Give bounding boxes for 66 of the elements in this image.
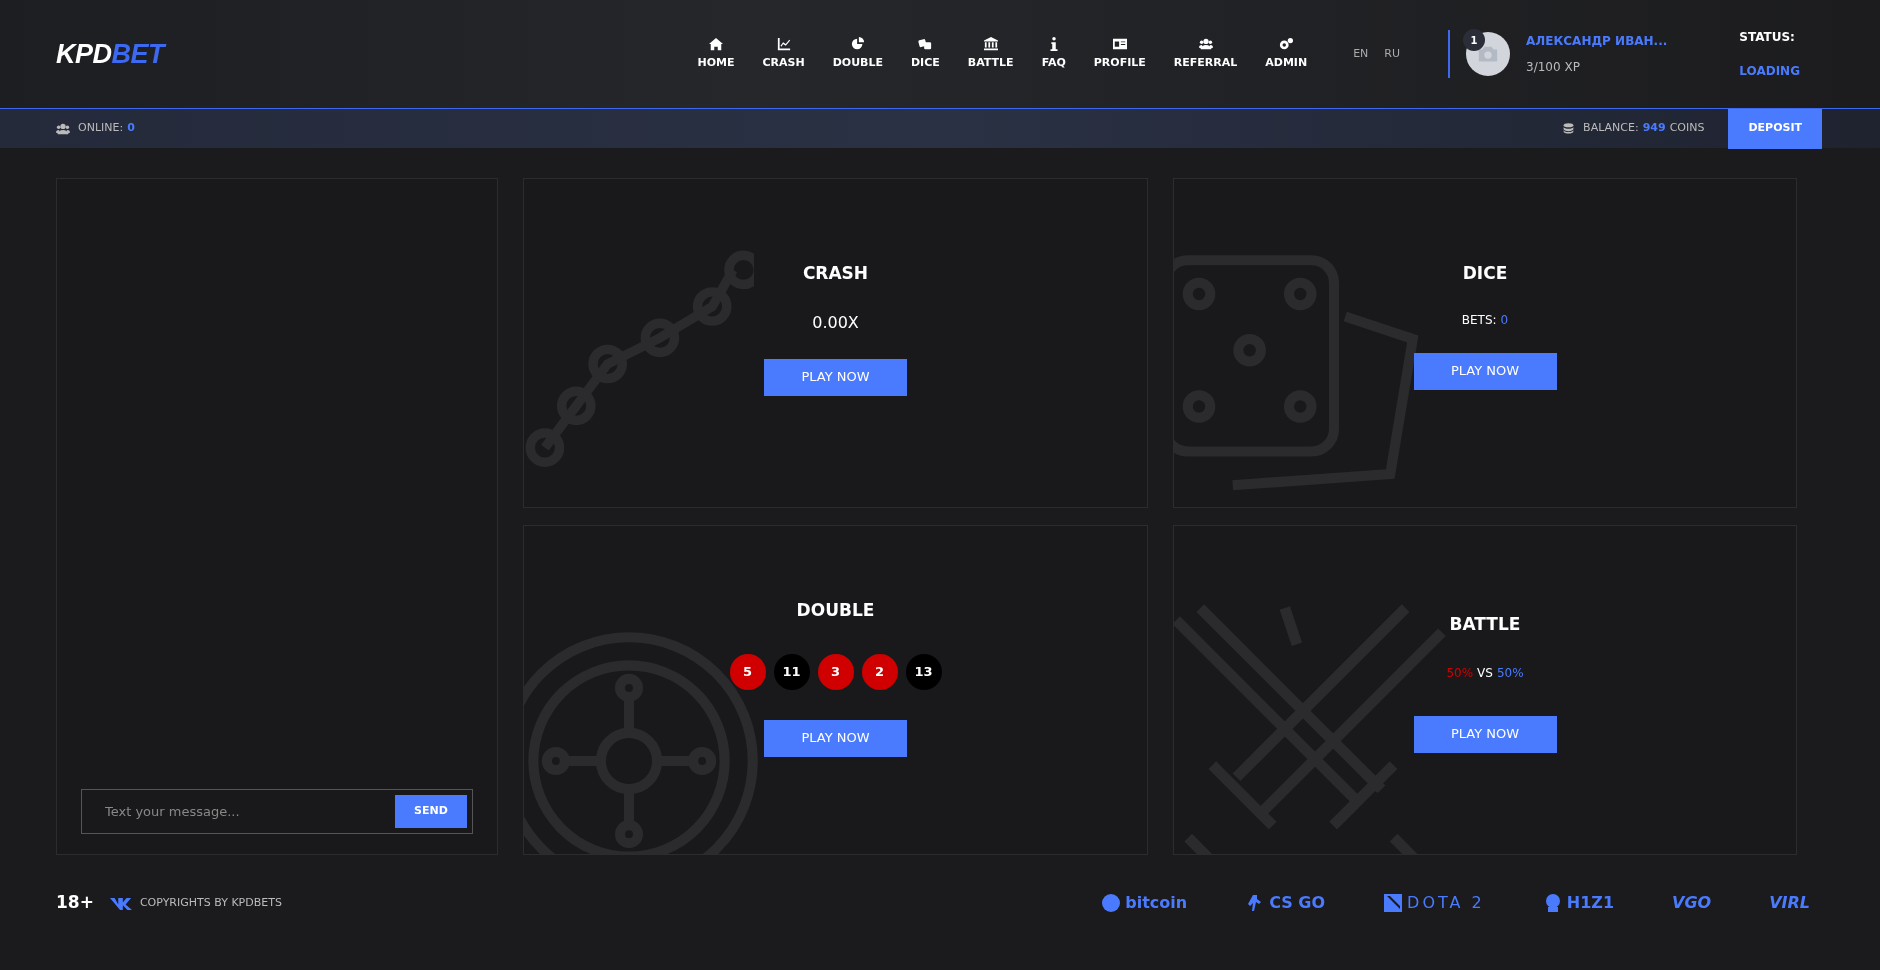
play-button[interactable]: PLAY NOW (764, 358, 907, 396)
nav-link[interactable]: ADMIN (1251, 36, 1322, 72)
users-icon (1198, 36, 1213, 51)
gears-icon (1279, 36, 1294, 51)
user-name[interactable]: АЛЕКСАНДР ИВАН... (1526, 32, 1668, 50)
game-title: BATTLE (1449, 613, 1521, 636)
avatar[interactable]: 1 (1466, 32, 1511, 76)
bets-count: 0 (1500, 311, 1509, 329)
partner-logo: CS GO (1245, 891, 1326, 915)
right-side-percent: 50% (1496, 664, 1524, 682)
partner-logo: VIRL (1769, 892, 1810, 914)
online-count: 0 (127, 120, 135, 137)
bets-label: BETS: (1461, 311, 1497, 329)
send-button[interactable]: SEND (395, 795, 467, 828)
nav-link[interactable]: BATTLE (953, 36, 1028, 72)
nav-link[interactable]: CRASH (748, 36, 819, 72)
play-button[interactable]: PLAY NOW (764, 719, 907, 757)
dice-icon (918, 36, 933, 51)
game-title: DICE (1462, 262, 1508, 285)
chart-icon (776, 36, 791, 51)
chat-input-box[interactable]: Text your message... SEND (81, 789, 473, 834)
nav-link[interactable]: DOUBLE (818, 36, 897, 72)
logo-mark-icon (1383, 893, 1404, 913)
bank-icon (983, 36, 998, 51)
deposit-button[interactable]: DEPOSIT (1728, 108, 1822, 149)
level-badge: 1 (1463, 29, 1486, 51)
play-button[interactable]: PLAY NOW (1413, 715, 1557, 753)
multiplier-value: 0.00X (812, 311, 859, 334)
coins-icon (1562, 122, 1576, 135)
coins-label: COINS (1669, 120, 1705, 137)
nav-link[interactable]: PROFILE (1079, 36, 1160, 72)
users-icon (56, 121, 70, 136)
partner-logo: bitcoin (1101, 891, 1188, 915)
nav-link[interactable]: FAQ (1027, 36, 1080, 72)
balance-label: BALANCE: (1583, 120, 1639, 137)
vs-label: VS (1477, 664, 1493, 682)
vk-icon (109, 896, 132, 910)
game-title: CRASH (802, 262, 869, 285)
play-button[interactable]: PLAY NOW (1413, 352, 1557, 390)
logo-mark-icon (1101, 893, 1122, 913)
history-ball: 13 (905, 653, 942, 690)
home-icon (708, 36, 723, 51)
history-ball: 3 (817, 653, 854, 690)
balance-value: 949 (1642, 120, 1666, 137)
partner-logo: VGO (1672, 892, 1712, 914)
nav-link[interactable]: HOME (683, 36, 749, 72)
left-side-percent: 50% (1446, 664, 1474, 682)
history-ball: 2 (861, 653, 898, 690)
language-link[interactable]: EN (1353, 45, 1369, 63)
nav-link[interactable]: DICE (897, 36, 954, 72)
status-value: LOADING (1739, 63, 1800, 80)
camera-icon (1477, 44, 1500, 64)
partner-logo: DOTA 2 (1383, 891, 1485, 915)
online-label: ONLINE: (78, 120, 124, 137)
age-label: 18+ (56, 891, 94, 915)
history-ball: 5 (729, 653, 766, 690)
id-card-icon (1112, 36, 1127, 51)
history-ball: 11 (773, 653, 810, 690)
copyright-text: COPYRIGHTS BY KPDBETS (139, 894, 282, 911)
language-link[interactable]: RU (1384, 45, 1401, 63)
xp-text: 3/100 XP (1526, 59, 1581, 76)
partner-logo: H1Z1 (1542, 891, 1614, 915)
pie-chart-icon (850, 36, 865, 51)
nav-link[interactable]: REFERRAL (1159, 36, 1252, 72)
status-label: STATUS: (1739, 29, 1796, 46)
game-title: DOUBLE (796, 599, 875, 622)
